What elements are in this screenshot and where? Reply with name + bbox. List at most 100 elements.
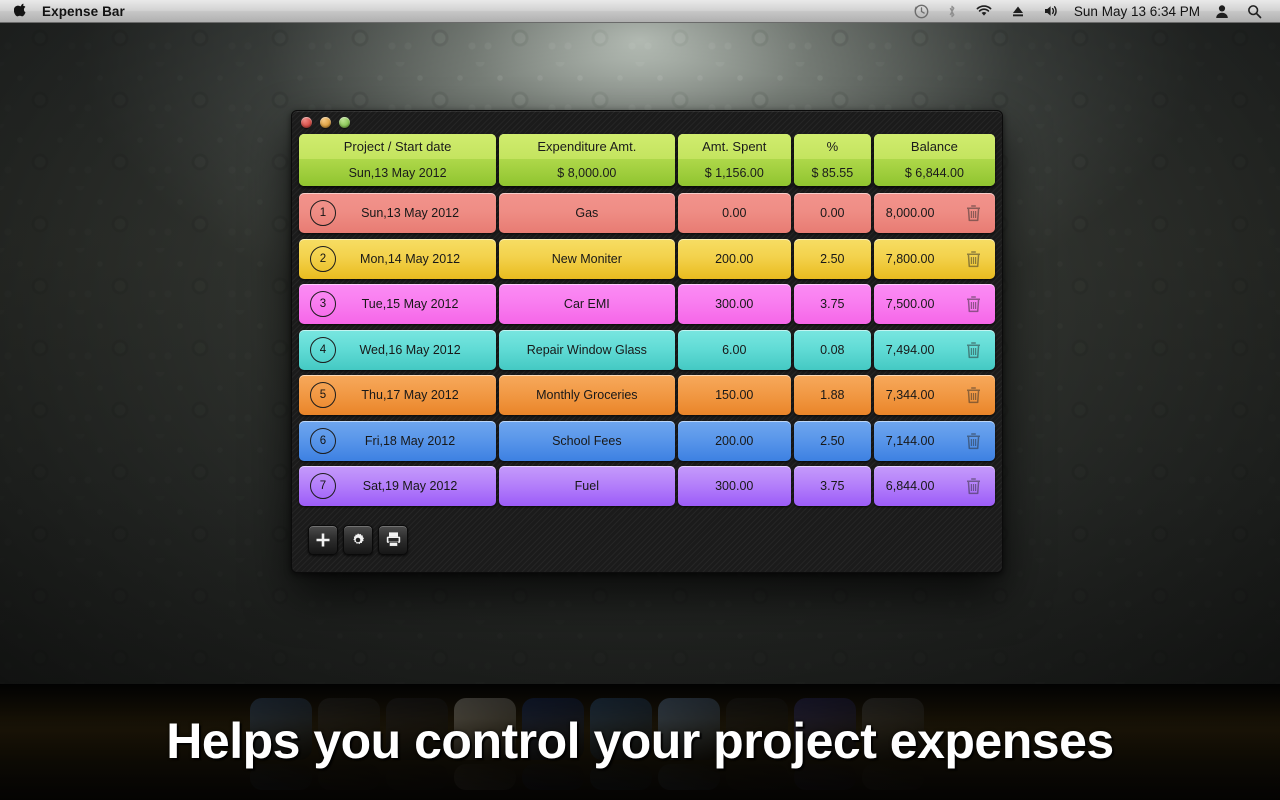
row-percent-cell[interactable]: 0.08 bbox=[793, 329, 871, 370]
row-spent-cell[interactable]: 200.00 bbox=[677, 420, 791, 461]
row-balance-cell[interactable]: 7,800.00 bbox=[873, 238, 996, 279]
row-spent-cell[interactable]: 300.00 bbox=[677, 284, 791, 324]
row-spent-cell[interactable]: 300.00 bbox=[677, 466, 791, 506]
row-item-cell[interactable]: Fuel bbox=[499, 466, 675, 506]
add-expense-button[interactable] bbox=[308, 524, 338, 555]
trash-icon[interactable] bbox=[965, 386, 982, 404]
row-item-cell[interactable]: Car EMI bbox=[499, 284, 675, 324]
window-titlebar[interactable] bbox=[292, 111, 1002, 134]
row-date: Tue,15 May 2012 bbox=[361, 297, 459, 311]
print-button[interactable] bbox=[378, 524, 408, 555]
row-project-cell[interactable]: 7 Sat,19 May 2012 bbox=[299, 466, 497, 506]
trash-icon[interactable] bbox=[965, 250, 982, 268]
table-row[interactable]: 7 Sat,19 May 2012 Fuel 300.00 3.75 6,844.00 bbox=[299, 466, 996, 506]
trash-icon[interactable] bbox=[965, 477, 982, 495]
row-spent-cell[interactable]: 200.00 bbox=[677, 238, 791, 279]
row-date: Thu,17 May 2012 bbox=[361, 388, 459, 402]
apple-logo-icon[interactable] bbox=[10, 3, 32, 19]
menu-bar-app-title[interactable]: Expense Bar bbox=[42, 4, 125, 19]
table-row[interactable]: 6 Fri,18 May 2012 School Fees 200.00 2.50 7,1… bbox=[299, 420, 996, 461]
table-row[interactable]: 2 Mon,14 May 2012 New Moniter 200.00 2.50 7,8… bbox=[299, 238, 996, 279]
header-cell-expenditure: Expenditure Amt. $ 8,000.00 bbox=[499, 134, 675, 186]
row-balance: 7,144.00 bbox=[885, 433, 935, 448]
volume-icon[interactable] bbox=[1034, 0, 1068, 23]
row-date: Sat,19 May 2012 bbox=[362, 479, 458, 493]
row-project-cell[interactable]: 1 Sun,13 May 2012 bbox=[299, 193, 497, 233]
row-balance: 7,800.00 bbox=[885, 251, 935, 266]
user-account-icon[interactable] bbox=[1206, 0, 1238, 23]
row-percent-cell[interactable]: 2.50 bbox=[793, 238, 871, 279]
expense-table: Project / Start date Sun,13 May 2012 Exp… bbox=[292, 134, 1002, 506]
row-item-cell[interactable]: Monthly Groceries bbox=[499, 375, 675, 415]
table-row[interactable]: 4 Wed,16 May 2012 Repair Window Glass 6.00 0… bbox=[299, 329, 996, 370]
trash-icon[interactable] bbox=[965, 204, 982, 222]
row-project-cell[interactable]: 2 Mon,14 May 2012 bbox=[299, 238, 497, 279]
row-balance-cell[interactable]: 6,844.00 bbox=[873, 466, 996, 506]
row-percent-cell[interactable]: 1.88 bbox=[793, 375, 871, 415]
row-project-cell[interactable]: 5 Thu,17 May 2012 bbox=[299, 375, 497, 415]
trash-icon[interactable] bbox=[965, 432, 982, 450]
row-balance-cell[interactable]: 7,500.00 bbox=[873, 284, 996, 324]
row-balance-cell[interactable]: 7,494.00 bbox=[873, 329, 996, 370]
row-number-badge: 4 bbox=[310, 336, 336, 363]
trash-icon[interactable] bbox=[965, 295, 982, 313]
header-cell-project: Project / Start date Sun,13 May 2012 bbox=[299, 134, 497, 186]
header-cell-percent: % $ 85.55 bbox=[793, 134, 871, 186]
row-item-cell[interactable]: Gas bbox=[499, 193, 675, 233]
header-title-percent: % bbox=[793, 134, 871, 159]
row-percent-cell[interactable]: 3.75 bbox=[793, 466, 871, 506]
row-number-badge: 3 bbox=[310, 291, 336, 317]
row-percent-cell[interactable]: 2.50 bbox=[793, 420, 871, 461]
row-project-cell[interactable]: 6 Fri,18 May 2012 bbox=[299, 420, 497, 461]
bluetooth-icon[interactable] bbox=[938, 0, 966, 23]
menu-bar-clock[interactable]: Sun May 13 6:34 PM bbox=[1068, 4, 1206, 19]
header-title-expenditure: Expenditure Amt. bbox=[499, 134, 675, 159]
header-cell-spent: Amt. Spent $ 1,156.00 bbox=[677, 134, 791, 186]
row-balance: 7,500.00 bbox=[885, 297, 935, 311]
row-spent-cell[interactable]: 6.00 bbox=[677, 329, 791, 370]
row-balance: 6,844.00 bbox=[885, 479, 935, 493]
close-button[interactable] bbox=[301, 117, 312, 128]
row-spent-cell[interactable]: 150.00 bbox=[677, 375, 791, 415]
row-percent-cell[interactable]: 0.00 bbox=[793, 193, 871, 233]
row-balance-cell[interactable]: 7,344.00 bbox=[873, 375, 996, 415]
row-date: Sun,13 May 2012 bbox=[361, 206, 460, 220]
header-value-project: Sun,13 May 2012 bbox=[299, 159, 497, 186]
menu-bar-left: Expense Bar bbox=[0, 3, 125, 19]
row-project-cell[interactable]: 3 Tue,15 May 2012 bbox=[299, 284, 497, 324]
zoom-button[interactable] bbox=[339, 117, 350, 128]
header-title-project: Project / Start date bbox=[299, 134, 497, 159]
row-number-badge: 1 bbox=[310, 200, 336, 226]
row-balance-cell[interactable]: 8,000.00 bbox=[873, 193, 996, 233]
header-title-spent: Amt. Spent bbox=[677, 134, 791, 159]
expense-bar-window: Project / Start date Sun,13 May 2012 Exp… bbox=[291, 110, 1003, 573]
row-date: Mon,14 May 2012 bbox=[360, 251, 461, 266]
row-balance-cell[interactable]: 7,144.00 bbox=[873, 420, 996, 461]
table-row[interactable]: 3 Tue,15 May 2012 Car EMI 300.00 3.75 7,500.0… bbox=[299, 284, 996, 324]
row-project-cell[interactable]: 4 Wed,16 May 2012 bbox=[299, 329, 497, 370]
eject-icon[interactable] bbox=[1002, 0, 1034, 23]
row-number-badge: 7 bbox=[310, 473, 336, 499]
row-date: Wed,16 May 2012 bbox=[359, 342, 461, 357]
row-date: Fri,18 May 2012 bbox=[364, 433, 456, 448]
settings-button[interactable] bbox=[343, 524, 373, 555]
row-spent-cell[interactable]: 0.00 bbox=[677, 193, 791, 233]
minimize-button[interactable] bbox=[320, 117, 331, 128]
wifi-icon[interactable] bbox=[966, 0, 1002, 23]
header-title-balance: Balance bbox=[873, 134, 996, 159]
row-item-cell[interactable]: Repair Window Glass bbox=[499, 329, 675, 370]
table-row[interactable]: 5 Thu,17 May 2012 Monthly Groceries 150.00 1… bbox=[299, 375, 996, 415]
time-machine-icon[interactable] bbox=[905, 0, 938, 23]
header-cell-balance: Balance $ 6,844.00 bbox=[873, 134, 996, 186]
row-number-badge: 5 bbox=[310, 382, 336, 408]
search-icon[interactable] bbox=[1238, 0, 1271, 23]
menu-bar: Expense Bar Sun May 13 6:34 PM bbox=[0, 0, 1280, 23]
row-balance: 7,494.00 bbox=[885, 342, 935, 357]
header-value-spent: $ 1,156.00 bbox=[677, 159, 791, 186]
header-value-expenditure: $ 8,000.00 bbox=[499, 159, 675, 186]
trash-icon[interactable] bbox=[965, 341, 982, 359]
row-percent-cell[interactable]: 3.75 bbox=[793, 284, 871, 324]
row-item-cell[interactable]: School Fees bbox=[499, 420, 675, 461]
row-item-cell[interactable]: New Moniter bbox=[499, 238, 675, 279]
table-row[interactable]: 1 Sun,13 May 2012 Gas 0.00 0.00 8,000.00 bbox=[299, 193, 996, 233]
